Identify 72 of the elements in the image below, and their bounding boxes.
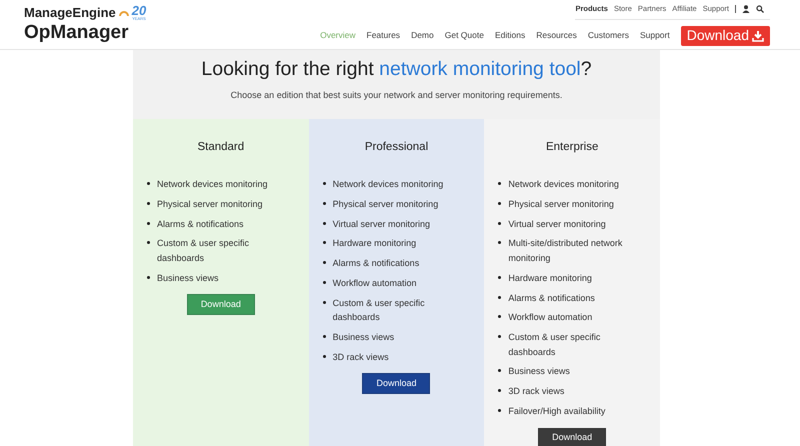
- feature-text: Custom & user specific dashboards: [332, 296, 426, 324]
- feature-text: Multi-site/distributed network monitoring: [508, 237, 624, 265]
- nav-link[interactable]: Features: [366, 29, 400, 42]
- nav-link[interactable]: Customers: [588, 29, 629, 42]
- edition-title: Standard: [197, 140, 244, 155]
- bullet-icon: [498, 296, 502, 298]
- bullet-icon: [322, 261, 326, 264]
- feature-text: Custom & user specific dashboards: [508, 331, 602, 359]
- feature-text: Physical server monitoring: [332, 198, 438, 211]
- nav-link[interactable]: Get Quote: [444, 29, 484, 42]
- feature-text: Virtual server monitoring: [332, 218, 430, 231]
- bullet-icon: [322, 280, 326, 284]
- edition-title: Professional: [364, 140, 428, 155]
- bullet-icon: [498, 335, 502, 338]
- feature-text: Alarms & notifications: [157, 218, 244, 231]
- bullet-icon: [147, 276, 150, 279]
- company-logo-text: ManageEngine: [24, 6, 116, 20]
- product-name: OpManager: [24, 21, 130, 45]
- nav-link[interactable]: Support: [640, 29, 670, 42]
- bullet-icon: [498, 222, 502, 225]
- bullet-icon: [498, 276, 502, 279]
- nav-link[interactable]: Editions: [494, 29, 526, 42]
- feature-text: Workflow automation: [508, 311, 592, 324]
- bullet-icon: [322, 354, 326, 358]
- heading-link[interactable]: network monitoring tool: [379, 58, 581, 80]
- feature-text: Alarms & notifications: [508, 292, 595, 304]
- bullet-icon: [498, 202, 502, 205]
- download-button[interactable]: Download: [362, 373, 430, 394]
- feature-text: Hardware monitoring: [508, 272, 592, 285]
- download-button[interactable]: Download: [538, 428, 606, 446]
- search-icon[interactable]: [756, 5, 764, 13]
- feature-text: 3D rack views: [508, 385, 564, 398]
- bullet-icon: [147, 182, 150, 185]
- feature-text: Physical server monitoring: [508, 198, 614, 211]
- download-button[interactable]: Download: [680, 26, 770, 46]
- feature-text: Business views: [332, 331, 394, 344]
- page-subtitle: Choose an edition that best suits your network and server monitoring requirements.: [230, 89, 564, 102]
- bullet-icon: [498, 389, 502, 392]
- feature-text: Physical server monitoring: [157, 198, 263, 211]
- bullet-icon: [322, 182, 326, 185]
- bullet-icon: [147, 202, 150, 205]
- feature-text: 3D rack views: [332, 350, 389, 364]
- user-icon[interactable]: [742, 5, 750, 13]
- feature-text: Failover/High availability: [508, 405, 606, 418]
- feature-text: Network devices monitoring: [332, 178, 444, 191]
- bullet-icon: [322, 300, 326, 304]
- bullet-icon: [498, 409, 502, 412]
- download-icon: [752, 30, 764, 42]
- feature-text: Business views: [157, 272, 219, 285]
- feature-text: Hardware monitoring: [332, 237, 416, 250]
- bullet-icon: [322, 202, 326, 205]
- feature-text: Alarms & notifications: [332, 257, 420, 270]
- feature-text: Network devices monitoring: [157, 178, 268, 191]
- nav-link[interactable]: Demo: [411, 29, 434, 42]
- bullet-icon: [147, 241, 150, 244]
- nav-link[interactable]: Resources: [536, 29, 577, 42]
- bullet-icon: [498, 182, 502, 185]
- bullet-icon: [322, 335, 326, 338]
- feature-text: Custom & user specific dashboards: [157, 237, 250, 265]
- bullet-icon: [498, 369, 502, 372]
- feature-text: Network devices monitoring: [508, 178, 619, 191]
- page-heading: Looking for the right network monitoring tool?: [200, 57, 593, 82]
- bullet-icon: [322, 222, 326, 225]
- bullet-icon: [322, 241, 326, 244]
- bullet-icon: [498, 315, 502, 318]
- bullet-icon: [498, 241, 502, 244]
- feature-text: Virtual server monitoring: [508, 218, 606, 231]
- feature-text: Business views: [508, 365, 570, 378]
- anniversary-number: 20: [132, 4, 146, 18]
- bullet-icon: [147, 222, 150, 225]
- edition-title: Enterprise: [546, 140, 598, 155]
- feature-text: Workflow automation: [332, 276, 417, 290]
